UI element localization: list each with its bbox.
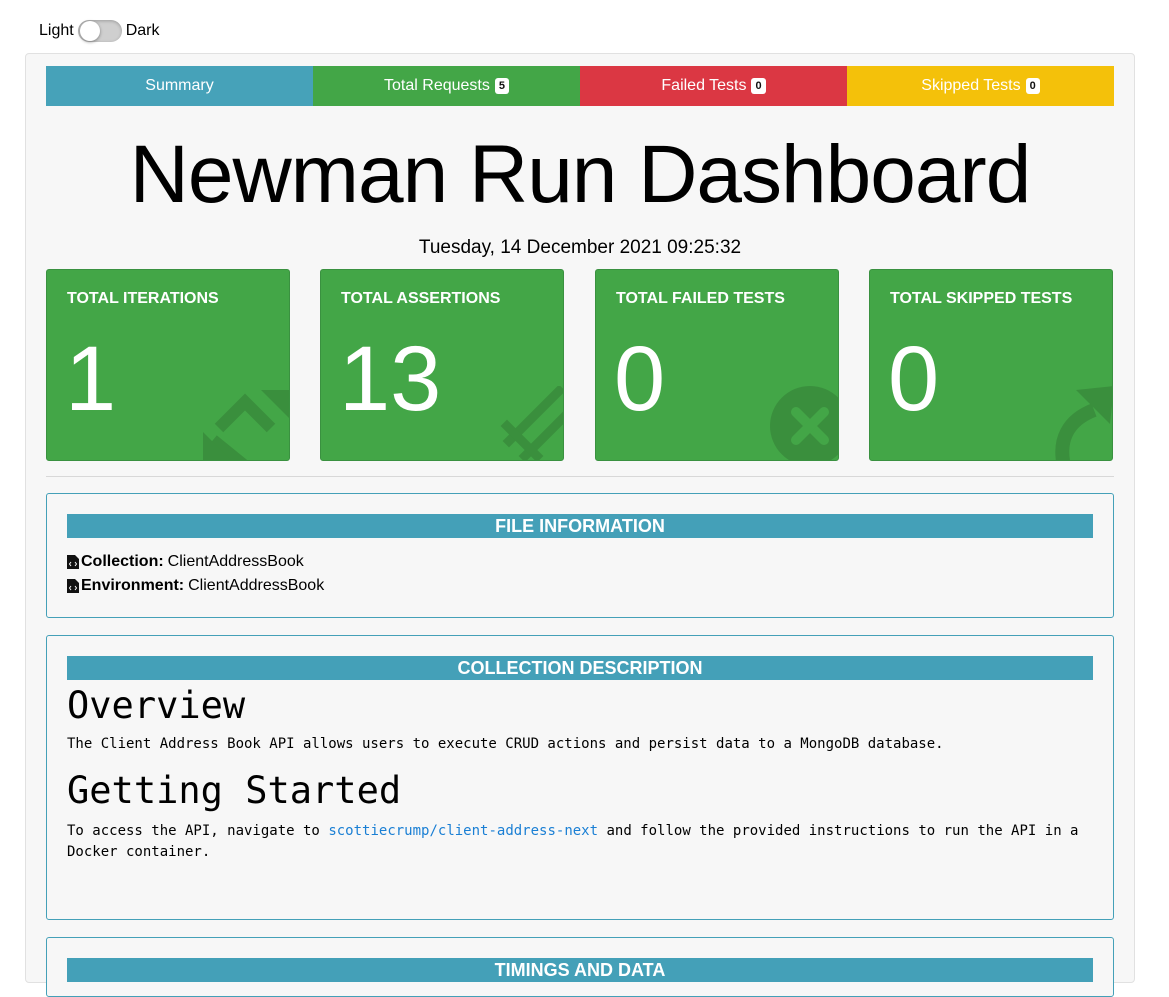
collection-value: ClientAddressBook bbox=[167, 553, 304, 570]
tab-label: Failed Tests bbox=[661, 77, 747, 94]
collection-row: Collection: ClientAddressBook bbox=[67, 550, 1113, 574]
count-badge: 5 bbox=[494, 78, 509, 94]
collection-description-panel: COLLECTION DESCRIPTION Overview The Clie… bbox=[46, 635, 1114, 920]
tab-label: Summary bbox=[145, 77, 214, 94]
light-label: Light bbox=[39, 22, 74, 39]
card-label: TOTAL ITERATIONS bbox=[67, 290, 219, 307]
card-value: 0 bbox=[888, 328, 940, 430]
overview-text: The Client Address Book API allows users… bbox=[67, 736, 944, 752]
run-timestamp: Tuesday, 14 December 2021 09:25:32 bbox=[418, 237, 742, 258]
tab-total-requests[interactable]: Total Requests 5 bbox=[313, 66, 580, 106]
timings-and-data-panel: TIMINGS AND DATA bbox=[46, 937, 1114, 997]
dark-label: Dark bbox=[125, 22, 160, 39]
card-value: 1 bbox=[65, 328, 117, 430]
card-label: TOTAL ASSERTIONS bbox=[341, 290, 501, 307]
file-code-icon bbox=[67, 579, 79, 593]
tab-skipped-tests[interactable]: Skipped Tests 0 bbox=[847, 66, 1114, 106]
tab-summary[interactable]: Summary bbox=[46, 66, 313, 106]
file-information-panel: FILE INFORMATION Collection: ClientAddre… bbox=[46, 493, 1114, 618]
card-total-assertions: TOTAL ASSERTIONS 13 bbox=[320, 269, 564, 461]
times-circle-icon bbox=[770, 386, 838, 460]
page-title: Newman Run Dashboard bbox=[129, 129, 1032, 220]
card-total-skipped-tests: TOTAL SKIPPED TESTS 0 bbox=[869, 269, 1113, 461]
switch-knob bbox=[79, 21, 100, 41]
environment-label: Environment: bbox=[81, 577, 185, 594]
description-body: Overview The Client Address Book API all… bbox=[67, 684, 1093, 863]
getting-started-heading: Getting Started bbox=[67, 769, 402, 812]
tab-failed-tests[interactable]: Failed Tests 0 bbox=[580, 66, 847, 106]
count-badge: 0 bbox=[1025, 78, 1040, 94]
environment-value: ClientAddressBook bbox=[188, 577, 325, 594]
panel-heading: FILE INFORMATION bbox=[67, 514, 1093, 538]
panel-heading: COLLECTION DESCRIPTION bbox=[67, 656, 1093, 680]
collection-label: Collection: bbox=[81, 553, 164, 570]
overview-heading: Overview bbox=[67, 684, 246, 727]
dashboard-container: Summary Total Requests 5 Failed Tests 0 … bbox=[25, 53, 1135, 997]
panel-heading: TIMINGS AND DATA bbox=[67, 958, 1093, 982]
tab-label: Total Requests bbox=[384, 77, 490, 94]
gs-text-before: To access the API, navigate to bbox=[67, 823, 320, 839]
card-total-iterations: TOTAL ITERATIONS 1 bbox=[46, 269, 290, 461]
file-code-icon bbox=[67, 555, 79, 569]
tab-label: Skipped Tests bbox=[921, 77, 1021, 94]
theme-toggle: Light Dark bbox=[39, 20, 159, 42]
nav-tabs: Summary Total Requests 5 Failed Tests 0 … bbox=[46, 66, 1114, 106]
getting-started-text: To access the API, navigate to scottiecr… bbox=[67, 821, 1093, 863]
card-value: 13 bbox=[339, 328, 442, 430]
card-total-failed-tests: TOTAL FAILED TESTS 0 bbox=[595, 269, 839, 461]
sync-icon bbox=[203, 390, 289, 460]
card-value: 0 bbox=[614, 328, 666, 430]
card-label: TOTAL SKIPPED TESTS bbox=[890, 290, 1073, 307]
environment-row: Environment: ClientAddressBook bbox=[67, 574, 1113, 598]
theme-switch[interactable] bbox=[77, 20, 122, 42]
repo-link[interactable]: scottiecrump/client-address-next bbox=[328, 823, 598, 839]
pencil-icon bbox=[500, 386, 563, 460]
count-badge: 0 bbox=[751, 78, 766, 94]
summary-cards: TOTAL ITERATIONS 1 TOTAL ASSERTIONS 13 T… bbox=[46, 269, 1114, 461]
section-divider bbox=[46, 476, 1114, 477]
share-arrow-icon bbox=[1055, 386, 1112, 460]
card-label: TOTAL FAILED TESTS bbox=[616, 290, 785, 307]
